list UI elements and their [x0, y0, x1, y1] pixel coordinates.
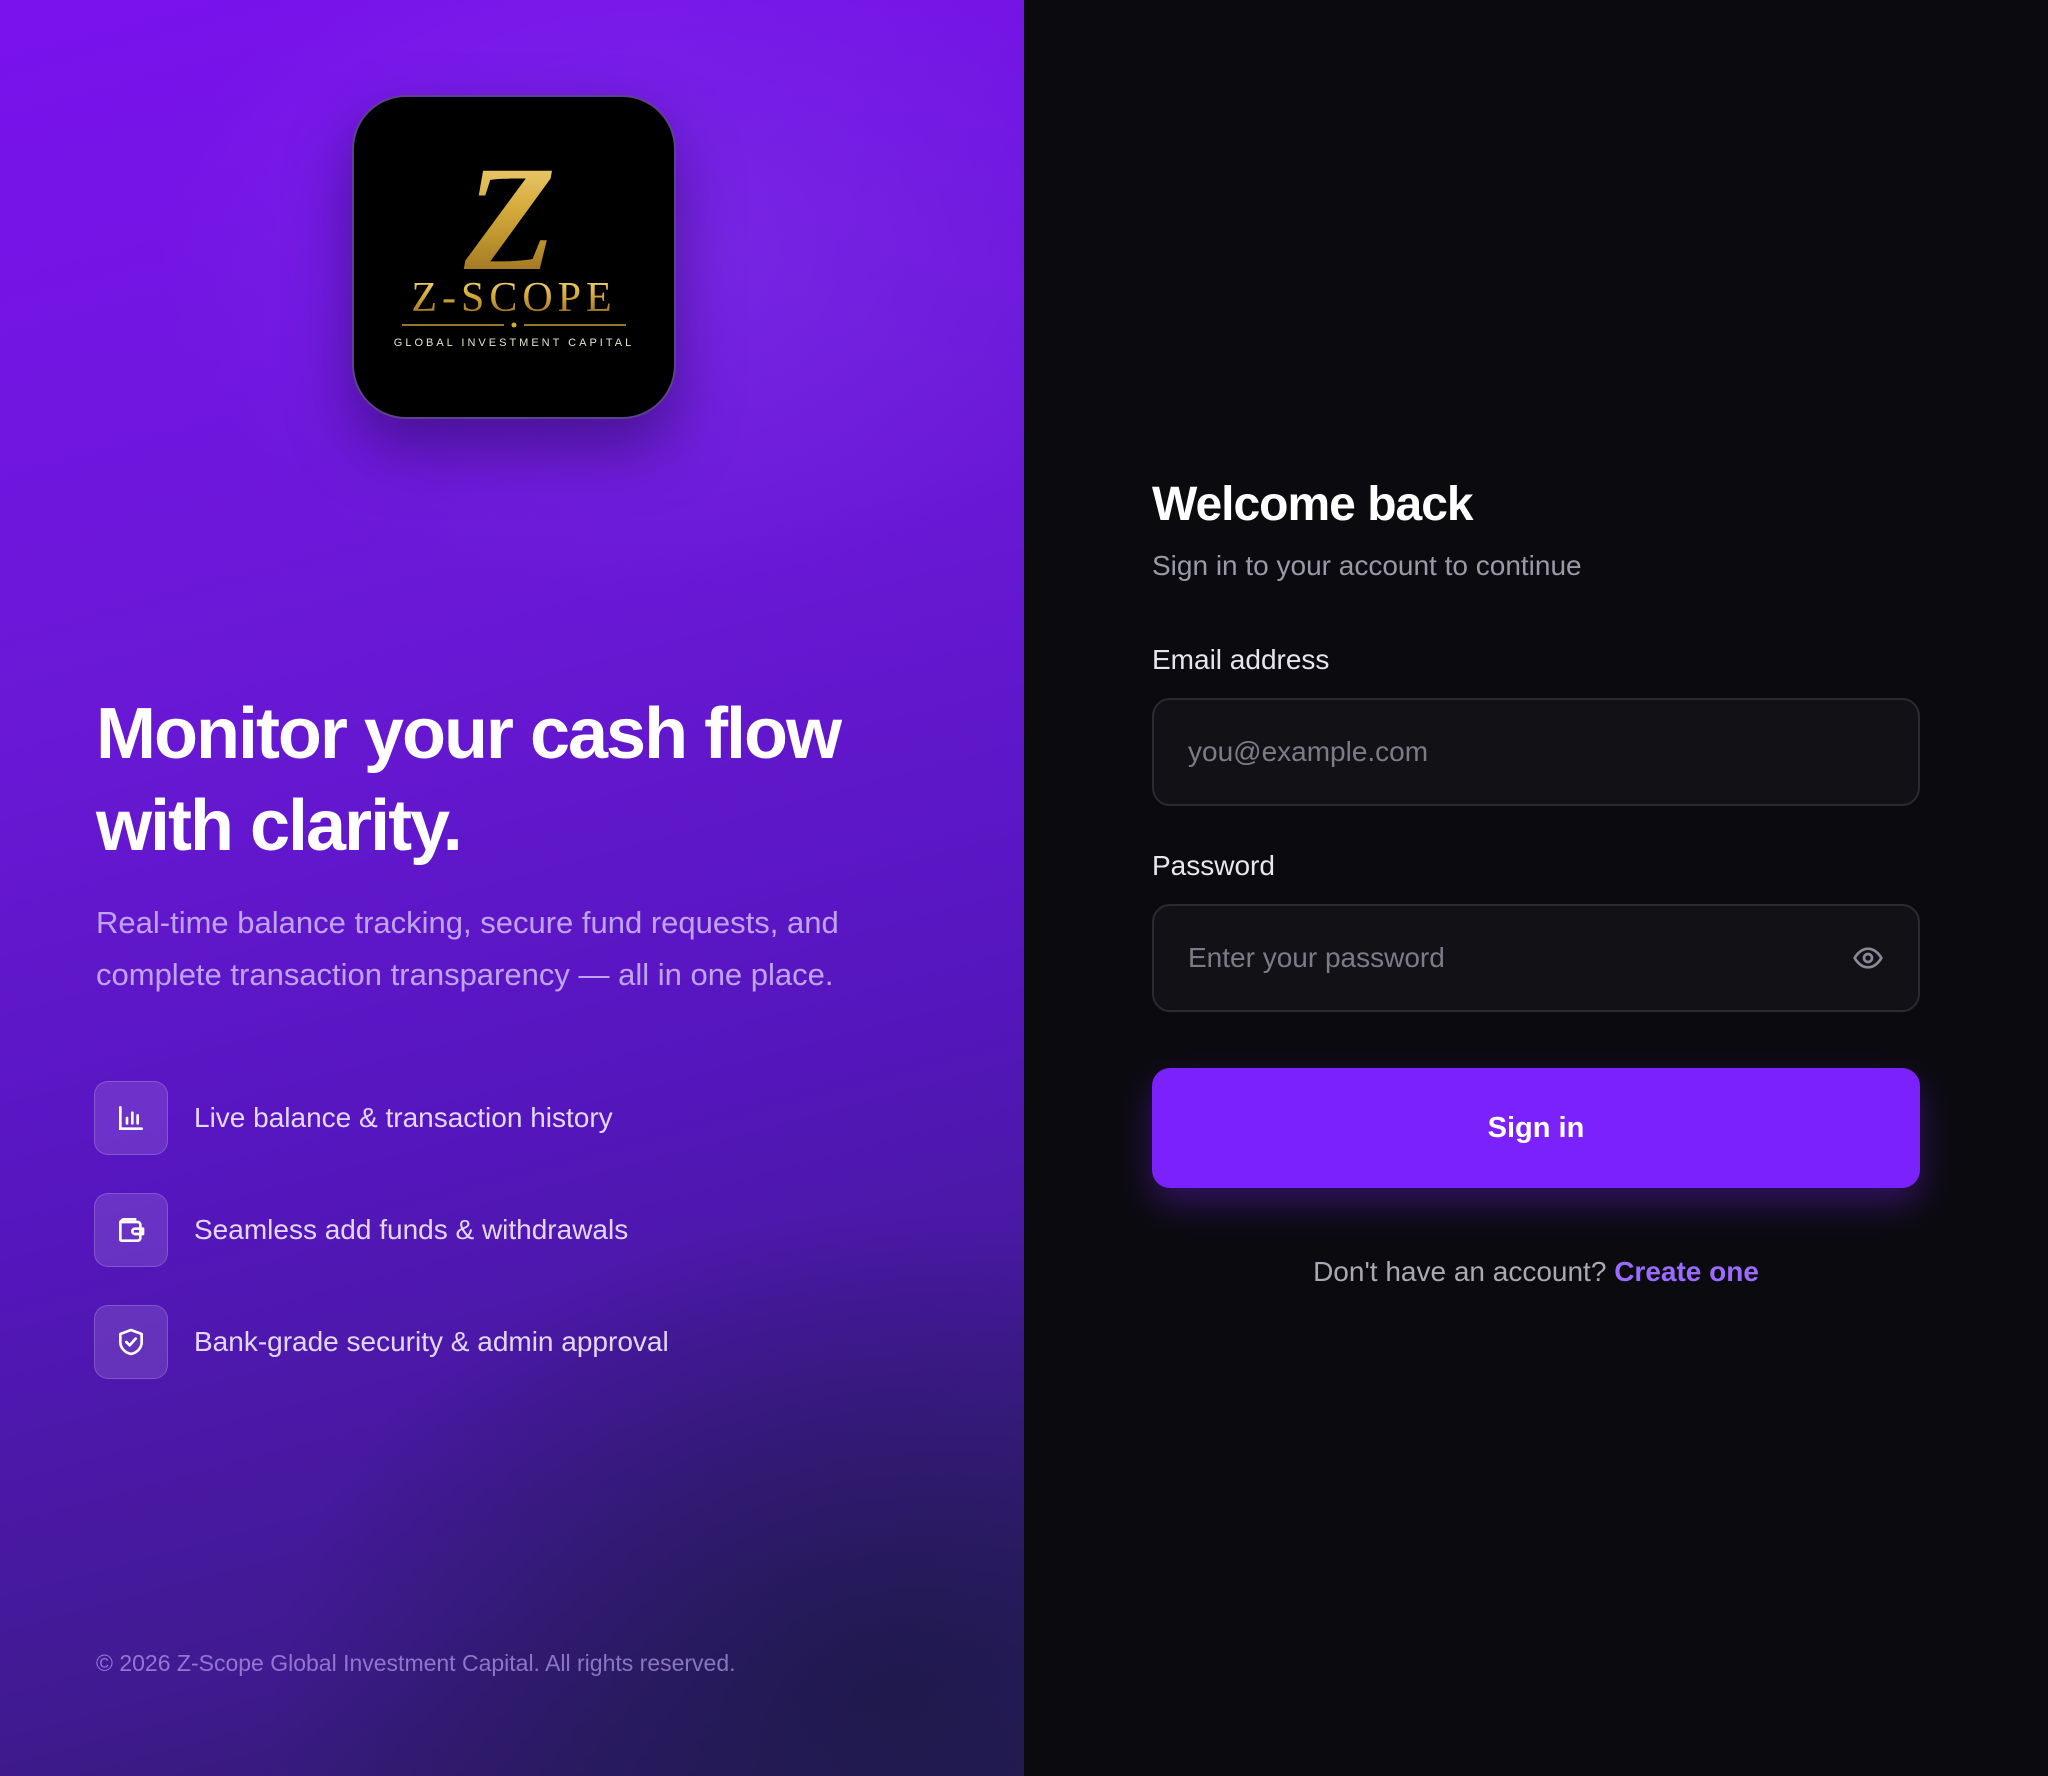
logo-tagline: GLOBAL INVESTMENT CAPITAL: [394, 337, 634, 349]
signup-prompt: Don't have an account?: [1313, 1256, 1607, 1287]
feature-list: Live balance & transaction history Seaml…: [94, 1080, 669, 1416]
create-account-link[interactable]: Create one: [1614, 1256, 1759, 1287]
login-subtitle: Sign in to your account to continue: [1152, 550, 1582, 581]
signup-prompt-row: Don't have an account? Create one: [1152, 1256, 1920, 1288]
feature-label: Bank-grade security & admin approval: [194, 1326, 669, 1357]
bar-chart-icon: [94, 1081, 168, 1155]
email-field-wrapper: [1152, 698, 1920, 806]
eye-icon[interactable]: [1850, 940, 1886, 976]
feature-item: Seamless add funds & withdrawals: [94, 1192, 669, 1268]
hero-headline: Monitor your cash flow with clarity.: [96, 688, 956, 872]
password-field[interactable]: [1186, 941, 1850, 975]
password-field-wrapper: [1152, 904, 1920, 1012]
hero-headline-line2: with clarity.: [96, 786, 463, 866]
login-panel: Welcome back Sign in to your account to …: [1024, 0, 2048, 1776]
feature-item: Bank-grade security & admin approval: [94, 1304, 669, 1380]
feature-label: Live balance & transaction history: [194, 1102, 613, 1133]
login-form: Welcome back Sign in to your account to …: [1152, 470, 1920, 1288]
shield-check-icon: [94, 1305, 168, 1379]
brand-panel: Z Z-SCOPE GLOBAL INVESTMENT CAPITAL Moni…: [0, 0, 1024, 1776]
login-page: Z Z-SCOPE GLOBAL INVESTMENT CAPITAL Moni…: [0, 0, 2048, 1776]
login-title: Welcome back: [1152, 478, 1474, 531]
company-logo: Z Z-SCOPE GLOBAL INVESTMENT CAPITAL: [352, 95, 676, 419]
logo-name: Z-SCOPE: [411, 275, 616, 321]
feature-item: Live balance & transaction history: [94, 1080, 669, 1156]
email-field[interactable]: [1186, 735, 1886, 769]
copyright-text: © 2026 Z-Scope Global Investment Capital…: [96, 1650, 736, 1676]
email-label: Email address: [1152, 644, 1330, 675]
wallet-icon: [94, 1193, 168, 1267]
password-label: Password: [1152, 850, 1275, 881]
hero-headline-line1: Monitor your cash flow: [96, 694, 842, 774]
sign-in-button[interactable]: Sign in: [1152, 1068, 1920, 1188]
hero-subtext: Real-time balance tracking, secure fund …: [96, 905, 839, 992]
feature-label: Seamless add funds & withdrawals: [194, 1214, 629, 1245]
logo-graphic: Z Z-SCOPE GLOBAL INVESTMENT CAPITAL: [394, 136, 634, 349]
